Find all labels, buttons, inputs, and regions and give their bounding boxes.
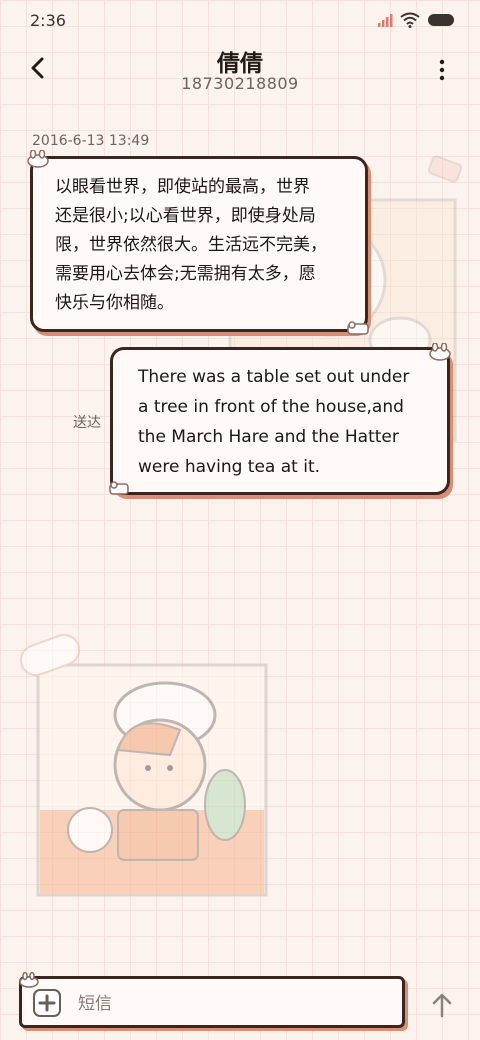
contact-name: 倩倩 <box>217 51 263 77</box>
message-line: 快乐与你相随。 <box>55 293 174 313</box>
message-timestamp: 2016-6-13 13:49 <box>32 133 150 149</box>
message-line: There was a table set out under <box>138 367 410 387</box>
status-time: 2:36 <box>30 11 66 30</box>
contact-number: 18730218809 <box>181 74 299 93</box>
message-line: a tree in front of the house,and <box>138 397 404 417</box>
add-attachment-icon[interactable] <box>32 988 62 1018</box>
background-illustration <box>20 633 268 897</box>
bunny-sticker-icon <box>347 321 369 335</box>
status-bar: 2:36 <box>0 0 480 40</box>
battery-icon <box>428 14 454 26</box>
sms-input[interactable] <box>78 991 378 1017</box>
message-line: the March Hare and the Hatter <box>138 427 399 447</box>
bunny-sticker-icon <box>429 343 451 361</box>
bunny-sticker-icon <box>19 972 39 988</box>
message-composer <box>19 976 405 1028</box>
bunny-sticker-icon <box>109 481 129 495</box>
wifi-icon <box>400 12 420 28</box>
outgoing-message-bubble[interactable]: There was a table set out under a tree i… <box>110 347 450 495</box>
delivery-status: 送达 <box>73 415 101 431</box>
message-line: 以眼看世界，即使站的最高，世界 <box>55 177 310 197</box>
more-options-button[interactable] <box>432 58 452 82</box>
message-line: 限，世界依然很大。生活远不完美， <box>55 235 327 255</box>
message-line: were having tea at it. <box>138 457 321 477</box>
send-button[interactable] <box>430 992 454 1018</box>
message-line: 还是很小;以心看世界，即使身处局 <box>55 206 316 226</box>
incoming-message-bubble[interactable]: 以眼看世界，即使站的最高，世界 还是很小;以心看世界，即使身处局 限，世界依然很… <box>30 156 368 332</box>
message-line: 需要用心去体会;无需拥有太多，愿 <box>55 264 316 284</box>
bunny-sticker-icon <box>27 150 49 168</box>
signal-icon <box>378 14 393 27</box>
